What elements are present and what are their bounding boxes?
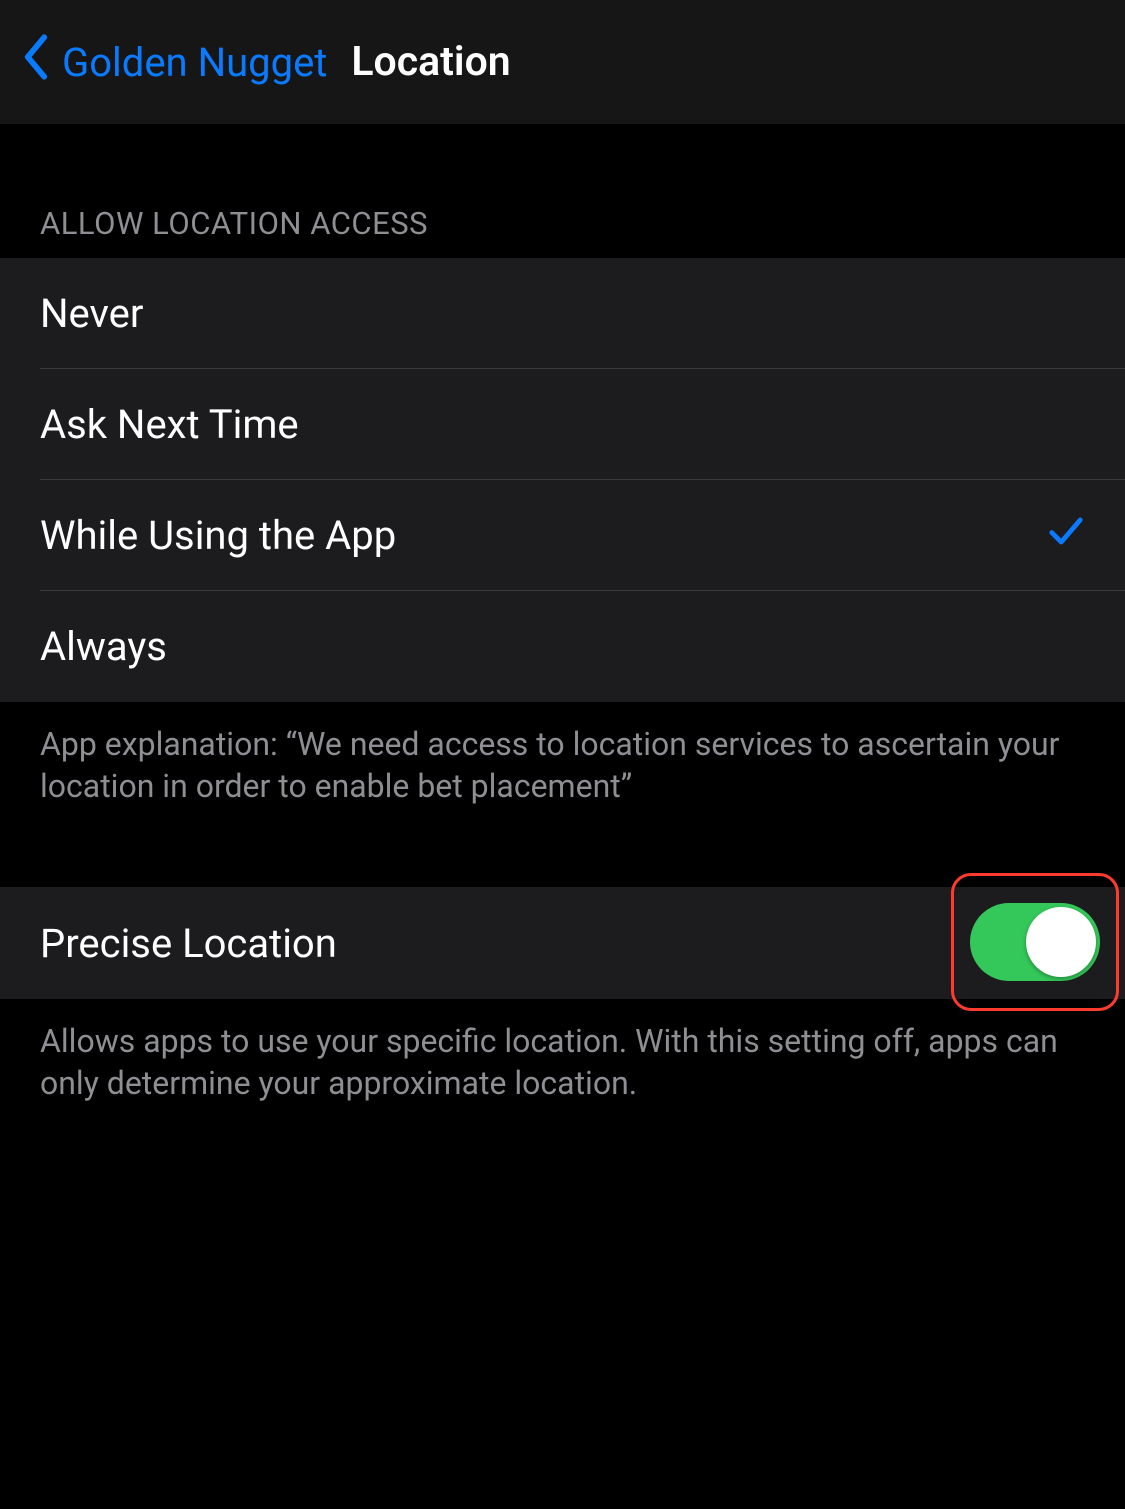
precise-location-description: Allows apps to use your specific locatio… xyxy=(0,999,1125,1124)
option-while-using[interactable]: While Using the App xyxy=(0,480,1125,591)
highlight-annotation xyxy=(951,873,1119,1011)
option-never[interactable]: Never xyxy=(0,258,1125,369)
section-header: ALLOW LOCATION ACCESS xyxy=(0,125,1125,258)
chevron-back-icon xyxy=(22,34,50,90)
check-icon xyxy=(1047,512,1085,560)
app-explanation: App explanation: “We need access to loca… xyxy=(0,702,1125,827)
location-access-list: Never Ask Next Time While Using the App … xyxy=(0,258,1125,702)
option-ask-next-time[interactable]: Ask Next Time xyxy=(0,369,1125,480)
precise-location-label: Precise Location xyxy=(40,920,337,967)
precise-location-toggle[interactable] xyxy=(970,903,1100,981)
back-button[interactable]: Golden Nugget xyxy=(22,34,327,90)
toggle-knob xyxy=(1026,907,1096,977)
option-label: Always xyxy=(40,623,167,670)
nav-header: Golden Nugget Location xyxy=(0,0,1125,125)
back-label: Golden Nugget xyxy=(62,39,327,86)
option-label: Never xyxy=(40,290,143,337)
option-label: Ask Next Time xyxy=(40,401,299,448)
option-label: While Using the App xyxy=(40,512,396,559)
precise-location-row: Precise Location xyxy=(0,887,1125,999)
option-always[interactable]: Always xyxy=(0,591,1125,702)
page-title: Location xyxy=(351,38,510,86)
